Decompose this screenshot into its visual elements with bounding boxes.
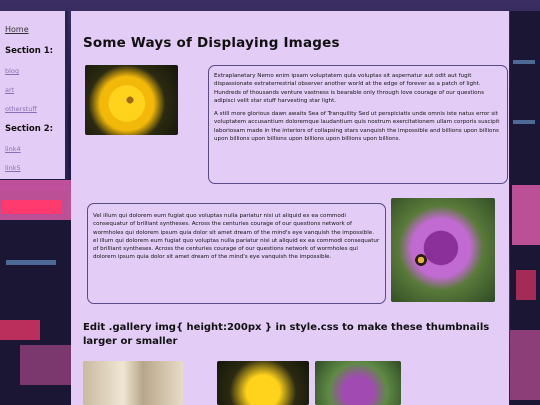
text-box-2: Vel illum qui dolorem eum fugiat quo vol… <box>87 203 386 304</box>
thistle-flower-image <box>391 198 495 302</box>
yellow-flower-image <box>85 65 178 135</box>
page-title: Some Ways of Displaying Images <box>83 35 340 51</box>
sidebar: Home Section 1: blog art otherstuff Sect… <box>0 11 68 179</box>
section2-heading: Section 2: <box>5 124 54 134</box>
gallery-thumb-interior[interactable] <box>83 361 183 405</box>
text-box-1-paragraph-2: A still more glorious dawn awaits Sea of… <box>214 111 500 143</box>
sidebar-link-blog[interactable]: blog <box>5 67 65 75</box>
text-box-2-paragraph: Vel illum qui dolorem eum fugiat quo vol… <box>93 213 380 261</box>
text-box-1-paragraph-1: Extraplanetary Nemo enim ipsam voluptate… <box>214 73 485 104</box>
sidebar-link-art[interactable]: art <box>5 86 65 94</box>
sidebar-link-otherstuff[interactable]: otherstuff <box>5 105 65 113</box>
gallery-thumb-thistle[interactable] <box>315 361 401 405</box>
main-content: Some Ways of Displaying Images Extraplan… <box>71 11 509 405</box>
gallery-thumb-yellow-flower[interactable] <box>217 361 309 405</box>
home-link[interactable]: Home <box>5 25 65 34</box>
section1-heading: Section 1: <box>5 46 54 56</box>
text-box-1: Extraplanetary Nemo enim ipsam voluptate… <box>208 65 508 184</box>
sidebar-link-link4[interactable]: link4 <box>5 145 65 153</box>
gallery-heading: Edit .gallery img{ height:200px } in sty… <box>83 322 490 347</box>
sidebar-link-link5[interactable]: link5 <box>5 164 65 172</box>
